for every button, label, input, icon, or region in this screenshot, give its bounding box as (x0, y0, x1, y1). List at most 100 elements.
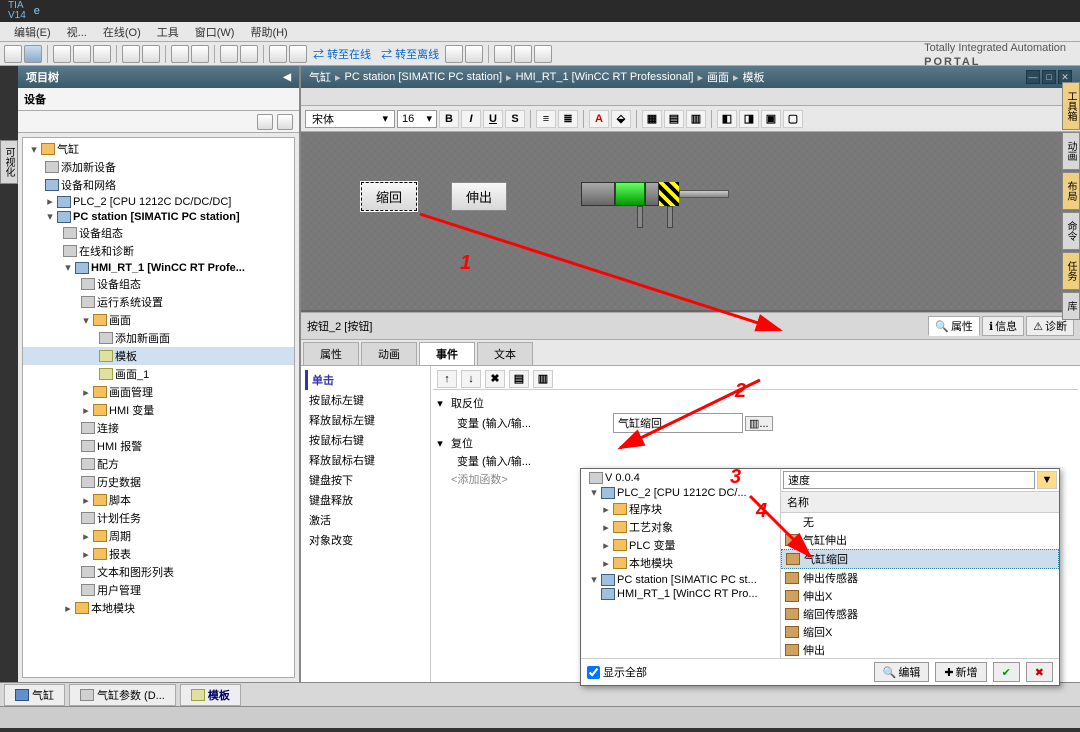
tool-c-icon[interactable] (445, 45, 463, 63)
tab-cylinder[interactable]: 气缸 (4, 684, 65, 706)
collapse-tree-icon[interactable]: ◀ (283, 72, 291, 83)
hmi-canvas[interactable]: 缩回 伸出 (301, 132, 1080, 312)
subtab-text[interactable]: 文本 (477, 342, 533, 365)
show-all-checkbox[interactable]: 显示全部 (587, 664, 647, 680)
picker-tree[interactable]: V 0.0.4 ▾PLC_2 [CPU 1212C DC/... ▸程序块 ▸工… (581, 469, 781, 658)
align-b-icon[interactable]: ≣ (558, 110, 578, 128)
tool-b-icon[interactable] (289, 45, 307, 63)
tab-properties[interactable]: 🔍属性 (928, 316, 980, 336)
subtab-events[interactable]: 事件 (419, 342, 475, 365)
event-press-rmb: 按鼠标右键 (305, 430, 426, 450)
tree-tool-b-icon[interactable] (277, 114, 293, 130)
cylinder-graphic (581, 182, 741, 212)
property-header: 按钮_2 [按钮] 🔍属性 ℹ信息 ⚠诊断 (301, 312, 1080, 340)
tool-cut-icon[interactable] (53, 45, 71, 63)
font-select[interactable]: 宋体▾ (305, 110, 395, 128)
italic-button[interactable]: I (461, 110, 481, 128)
menu-edit[interactable]: 编辑(E) (6, 24, 59, 40)
menu-bar: 编辑(E) 视... 在线(O) 工具 窗口(W) 帮助(H) (0, 22, 1080, 42)
canvas-toolbar: 宋体▾ 16▾ B I U S ≡ ≣ A ⬙ ▦ ▤ ▥ ◧ ◨ ▣ ▢ (301, 106, 1080, 132)
tool-compile-icon[interactable] (220, 45, 238, 63)
menu-online[interactable]: 在线(O) (95, 24, 149, 40)
tab-template[interactable]: 模板 (180, 684, 241, 706)
breadcrumb: 气缸▸ PC station [SIMATIC PC station]▸ HMI… (301, 66, 1080, 88)
func-up-icon[interactable]: ↑ (437, 370, 457, 388)
color-a-icon[interactable]: A (589, 110, 609, 128)
tool-redo-icon[interactable] (142, 45, 160, 63)
picker-filter-icon[interactable]: ▼ (1037, 471, 1057, 489)
sidetab-lib[interactable]: 库 (1062, 292, 1080, 320)
picker-cancel-button[interactable]: ✖ (1026, 662, 1053, 682)
tag-picker-popup: V 0.0.4 ▾PLC_2 [CPU 1212C DC/... ▸程序块 ▸工… (580, 468, 1060, 686)
go-online-link[interactable]: ⇄ 转至在线 (309, 46, 375, 62)
tool-copy-icon[interactable] (73, 45, 91, 63)
hmi-button-retract[interactable]: 缩回 (361, 182, 417, 211)
sidetab-tasks[interactable]: 任务 (1062, 252, 1080, 290)
tag-browse-button[interactable]: ▥... (745, 416, 773, 431)
hmi-button-extend[interactable]: 伸出 (451, 182, 507, 211)
go-offline-link[interactable]: ⇄ 转至离线 (377, 46, 443, 62)
tool-upload-icon[interactable] (191, 45, 209, 63)
color-b-icon[interactable]: ⬙ (611, 110, 631, 128)
arrange-b-icon[interactable]: ▤ (664, 110, 684, 128)
layer-a-icon[interactable]: ◧ (717, 110, 737, 128)
strike-button[interactable]: S (505, 110, 525, 128)
tool-f-icon[interactable] (514, 45, 532, 63)
sidetab-anim[interactable]: 动画 (1062, 132, 1080, 170)
tree-tool-a-icon[interactable] (257, 114, 273, 130)
event-list[interactable]: 单击 按鼠标左键 释放鼠标左键 按鼠标右键 释放鼠标右键 键盘按下 键盘释放 激… (301, 366, 431, 682)
picker-column-name[interactable]: 名称 (781, 491, 1059, 513)
tree-node-template[interactable]: 模板 (23, 347, 294, 365)
tool-undo-icon[interactable] (122, 45, 140, 63)
menu-view[interactable]: 视... (59, 24, 95, 40)
picker-new-button[interactable]: ✚新增 (935, 662, 986, 682)
tool-sim-icon[interactable] (240, 45, 258, 63)
arrange-a-icon[interactable]: ▦ (642, 110, 662, 128)
tool-download-icon[interactable] (171, 45, 189, 63)
sidetab-cmd[interactable]: 命令 (1062, 212, 1080, 250)
picker-ok-button[interactable]: ✔ (993, 662, 1020, 682)
event-activate: 激活 (305, 510, 426, 530)
event-click: 单击 (305, 370, 426, 390)
tool-g-icon[interactable] (534, 45, 552, 63)
menu-window[interactable]: 窗口(W) (187, 24, 243, 40)
project-tree[interactable]: ▾气缸 添加新设备 设备和网络 ▸PLC_2 [CPU 1212C DC/DC/… (22, 137, 295, 678)
func-b-icon[interactable]: ▥ (533, 370, 553, 388)
bold-button[interactable]: B (439, 110, 459, 128)
tag-input[interactable]: 气缸缩回 (613, 413, 743, 433)
picker-search-input[interactable] (783, 471, 1035, 489)
arrange-c-icon[interactable]: ▥ (686, 110, 706, 128)
tab-info[interactable]: ℹ信息 (982, 316, 1024, 336)
win-min-icon[interactable]: — (1026, 70, 1040, 84)
win-max-icon[interactable]: □ (1042, 70, 1056, 84)
event-release-lmb: 释放鼠标左键 (305, 410, 426, 430)
picker-tag-list[interactable]: 无 气缸伸出 气缸缩回 伸出传感器 伸出X 缩回传感器 缩回X 伸出 缩回 (781, 513, 1059, 658)
side-tab-visualization[interactable]: 可视化 (0, 140, 18, 184)
align-a-icon[interactable]: ≡ (536, 110, 556, 128)
tool-a-icon[interactable] (269, 45, 287, 63)
tool-e-icon[interactable] (494, 45, 512, 63)
event-obj-change: 对象改变 (305, 530, 426, 550)
subtab-properties[interactable]: 属性 (303, 342, 359, 365)
layer-c-icon[interactable]: ▣ (761, 110, 781, 128)
subtab-animations[interactable]: 动画 (361, 342, 417, 365)
tool-new-icon[interactable] (4, 45, 22, 63)
size-select[interactable]: 16▾ (397, 110, 437, 128)
tool-d-icon[interactable] (465, 45, 483, 63)
sidetab-tools[interactable]: 工具箱 (1062, 82, 1080, 130)
tool-save-icon[interactable] (24, 45, 42, 63)
func-del-icon[interactable]: ✖ (485, 370, 505, 388)
func-down-icon[interactable]: ↓ (461, 370, 481, 388)
menu-help[interactable]: 帮助(H) (242, 24, 295, 40)
sidetab-layout[interactable]: 布局 (1062, 172, 1080, 210)
underline-button[interactable]: U (483, 110, 503, 128)
event-key-down: 键盘按下 (305, 470, 426, 490)
tab-cylinder-params[interactable]: 气缸参数 (D... (69, 684, 176, 706)
layer-d-icon[interactable]: ▢ (783, 110, 803, 128)
tool-paste-icon[interactable] (93, 45, 111, 63)
func-a-icon[interactable]: ▤ (509, 370, 529, 388)
picker-edit-button[interactable]: 🔍编辑 (874, 662, 930, 682)
layer-b-icon[interactable]: ◨ (739, 110, 759, 128)
menu-tools[interactable]: 工具 (149, 24, 187, 40)
event-key-up: 键盘释放 (305, 490, 426, 510)
